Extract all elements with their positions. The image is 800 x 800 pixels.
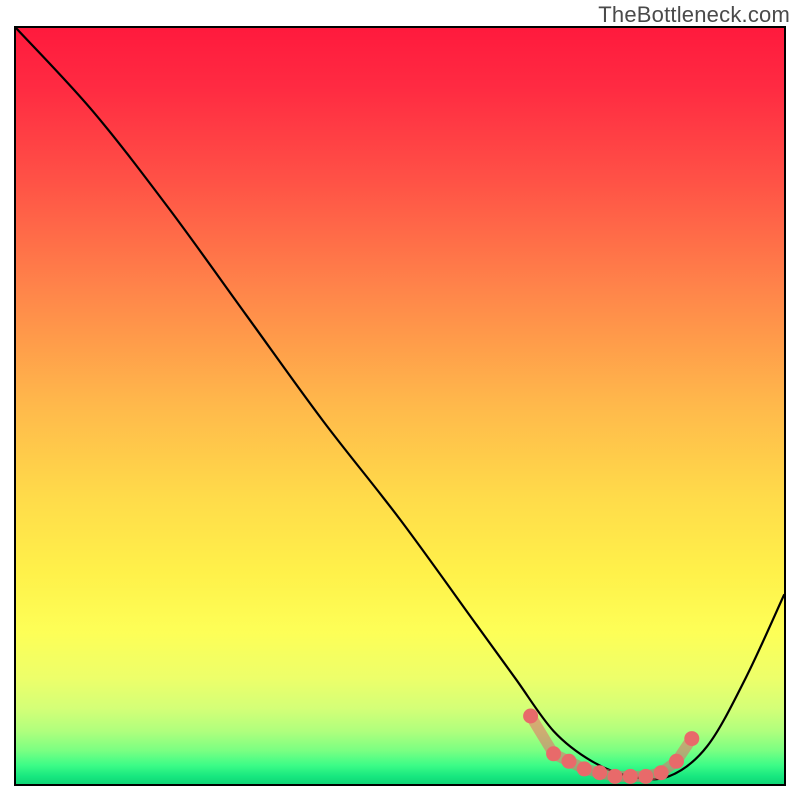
plot-area [16, 28, 784, 784]
watermark-text: TheBottleneck.com [598, 2, 790, 28]
optimal-range-markers [523, 709, 699, 784]
curve-layer [16, 28, 784, 784]
bottleneck-curve [16, 28, 784, 779]
chart-container: TheBottleneck.com [0, 0, 800, 800]
